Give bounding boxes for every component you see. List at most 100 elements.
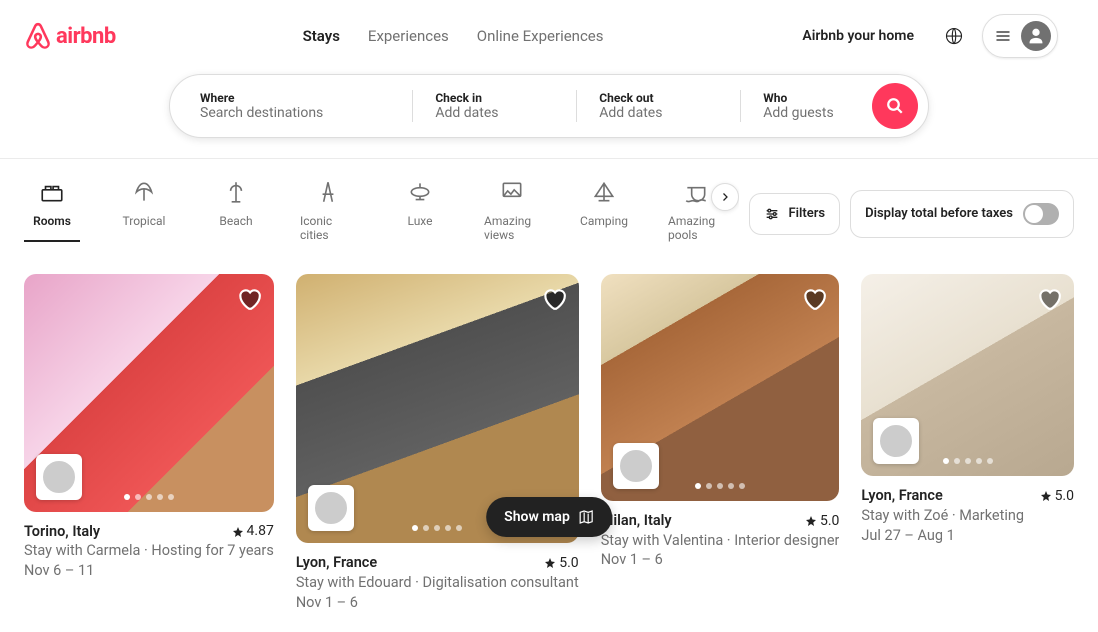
chevron-right-icon (719, 191, 731, 203)
wishlist-button[interactable] (801, 286, 827, 312)
listing-image[interactable] (861, 274, 1074, 476)
user-menu[interactable] (982, 14, 1058, 58)
category-icon (223, 179, 249, 208)
wishlist-button[interactable] (541, 286, 567, 312)
listing-rating: 5.0 (1040, 486, 1074, 506)
listing-dates: Nov 1 – 6 (601, 550, 840, 570)
search-checkout[interactable]: Check out Add dates (577, 81, 740, 131)
show-map-label: Show map (504, 509, 570, 525)
category-beach[interactable]: Beach (208, 173, 264, 240)
language-button[interactable] (934, 16, 974, 56)
listing-rating: 4.87 (232, 522, 274, 542)
search-icon (886, 97, 904, 115)
category-amazing-views[interactable]: Amazing views (484, 173, 540, 254)
host-your-home-link[interactable]: Airbnb your home (790, 18, 926, 54)
category-icon (39, 179, 65, 208)
where-label: Where (200, 91, 390, 105)
listing-image[interactable] (24, 274, 274, 512)
listing-rating: 5.0 (544, 553, 578, 573)
wishlist-button[interactable] (1036, 286, 1062, 312)
map-icon (578, 509, 594, 525)
listing-dates: Nov 1 – 6 (296, 593, 579, 613)
image-pagination (412, 525, 462, 531)
image-pagination (943, 458, 993, 464)
category-camping[interactable]: Camping (576, 173, 632, 240)
filters-label: Filters (788, 206, 825, 221)
category-icon (315, 179, 341, 208)
heart-icon (541, 286, 567, 312)
listing-info: Lyon, France 5.0Stay with Zoé · Marketin… (861, 476, 1074, 545)
category-label: Luxe (407, 214, 432, 228)
filters-button[interactable]: Filters (749, 193, 840, 235)
listing-location: Torino, Italy (24, 522, 100, 542)
host-avatar-chip (308, 485, 354, 531)
avatar-icon (1021, 21, 1051, 51)
listing-image[interactable] (601, 274, 840, 501)
filters-icon (764, 206, 780, 222)
checkout-label: Check out (599, 91, 718, 105)
host-avatar-chip (873, 418, 919, 464)
checkin-value: Add dates (435, 105, 554, 121)
category-icon (499, 179, 525, 208)
listing-dates: Jul 27 – Aug 1 (861, 526, 1074, 546)
listing-info: Lyon, France 5.0Stay with Edouard · Digi… (296, 543, 579, 612)
header: airbnb Stays Experiences Online Experien… (0, 0, 1098, 58)
star-icon (805, 515, 817, 527)
heart-icon (801, 286, 827, 312)
host-avatar-chip (613, 443, 659, 489)
listing-subtitle: Stay with Carmela · Hosting for 7 years (24, 541, 274, 561)
category-iconic-cities[interactable]: Iconic cities (300, 173, 356, 254)
heart-icon (1036, 286, 1062, 312)
globe-icon (945, 27, 963, 45)
searchbar: Where Search destinations Check in Add d… (169, 74, 929, 138)
tax-toggle[interactable]: Display total before taxes (850, 190, 1074, 238)
search-where[interactable]: Where Search destinations (170, 81, 412, 131)
search-button[interactable] (872, 83, 918, 129)
searchbar-container: Where Search destinations Check in Add d… (0, 58, 1098, 158)
star-icon (232, 526, 244, 538)
listing-info: Torino, Italy 4.87Stay with Carmela · Ho… (24, 512, 274, 581)
listing-location: Lyon, France (296, 553, 377, 573)
host-avatar-chip (36, 454, 82, 500)
listing-info: Milan, Italy 5.0Stay with Valentina · In… (601, 501, 840, 570)
airbnb-logo-icon (24, 22, 52, 50)
tab-stays[interactable]: Stays (303, 21, 340, 51)
category-label: Amazing pools (668, 214, 724, 242)
wishlist-button[interactable] (236, 286, 262, 312)
category-luxe[interactable]: Luxe (392, 173, 448, 240)
switch-icon (1023, 203, 1059, 225)
star-icon (544, 557, 556, 569)
listing-subtitle: Stay with Edouard · Digitalisation consu… (296, 573, 579, 593)
header-right: Airbnb your home (790, 14, 1058, 58)
tab-online-experiences[interactable]: Online Experiences (477, 21, 604, 51)
category-label: Rooms (33, 214, 71, 228)
search-checkin[interactable]: Check in Add dates (413, 81, 576, 131)
heart-icon (236, 286, 262, 312)
listing-location: Lyon, France (861, 486, 942, 506)
listing-card[interactable]: Milan, Italy 5.0Stay with Valentina · In… (601, 274, 840, 612)
checkout-value: Add dates (599, 105, 718, 121)
category-icon (407, 179, 433, 208)
category-tropical[interactable]: Tropical (116, 173, 172, 240)
category-label: Tropical (123, 214, 166, 228)
where-placeholder: Search destinations (200, 105, 390, 121)
listing-subtitle: Stay with Zoé · Marketing (861, 506, 1074, 526)
category-bar: Rooms Tropical Beach Iconic cities Luxe Amazi… (0, 159, 1098, 254)
listing-card[interactable]: Lyon, France 5.0Stay with Edouard · Digi… (296, 274, 579, 612)
listing-subtitle: Stay with Valentina · Interior designer (601, 531, 840, 551)
show-map-button[interactable]: Show map (486, 497, 612, 537)
listing-card[interactable]: Lyon, France 5.0Stay with Zoé · Marketin… (861, 274, 1074, 612)
category-icon (591, 179, 617, 208)
category-label: Camping (580, 214, 628, 228)
category-icon (131, 179, 157, 208)
star-icon (1040, 490, 1052, 502)
category-icon (683, 179, 709, 208)
category-label: Iconic cities (300, 214, 356, 242)
category-label: Amazing views (484, 214, 540, 242)
listing-card[interactable]: Torino, Italy 4.87Stay with Carmela · Ho… (24, 274, 274, 612)
listing-rating: 5.0 (805, 511, 839, 531)
logo[interactable]: airbnb (24, 22, 116, 50)
tab-experiences[interactable]: Experiences (368, 21, 449, 51)
listing-dates: Nov 6 – 11 (24, 561, 274, 581)
category-rooms[interactable]: Rooms (24, 173, 80, 242)
